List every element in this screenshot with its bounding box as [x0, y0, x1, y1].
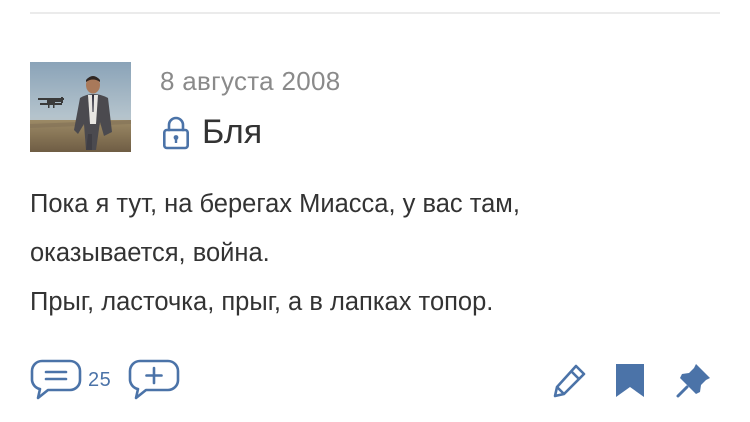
- post-body-line: оказывается, война.: [30, 239, 270, 267]
- post-title-row: Бля: [162, 110, 262, 154]
- comments-button[interactable]: 25: [30, 356, 111, 404]
- avatar-image: [30, 62, 131, 152]
- pin-button[interactable]: [675, 356, 713, 404]
- add-comment-icon: [128, 358, 180, 402]
- edit-button[interactable]: [550, 356, 590, 404]
- bookmark-button[interactable]: [613, 356, 647, 404]
- bookmark-icon: [613, 360, 647, 400]
- post-body: Пока я тут, на берегах Миасса, у вас там…: [30, 180, 720, 327]
- speech-bubble-icon: [30, 358, 82, 402]
- lock-icon: [162, 114, 190, 150]
- post-title: Бля: [202, 112, 263, 151]
- top-divider: [30, 12, 720, 14]
- comments-count: 25: [88, 368, 112, 391]
- post-body-line: Пока я тут, на берегах Миасса, у вас там…: [30, 190, 520, 218]
- post-date: 8 августа 2008: [160, 66, 341, 96]
- avatar[interactable]: [30, 62, 131, 152]
- post-actions: 25: [30, 356, 720, 404]
- pencil-icon: [550, 360, 590, 400]
- post-body-line: Прыг, ласточка, прыг, а в лапках топор.: [30, 288, 494, 316]
- add-comment-button[interactable]: [128, 356, 180, 404]
- pin-icon: [675, 361, 713, 399]
